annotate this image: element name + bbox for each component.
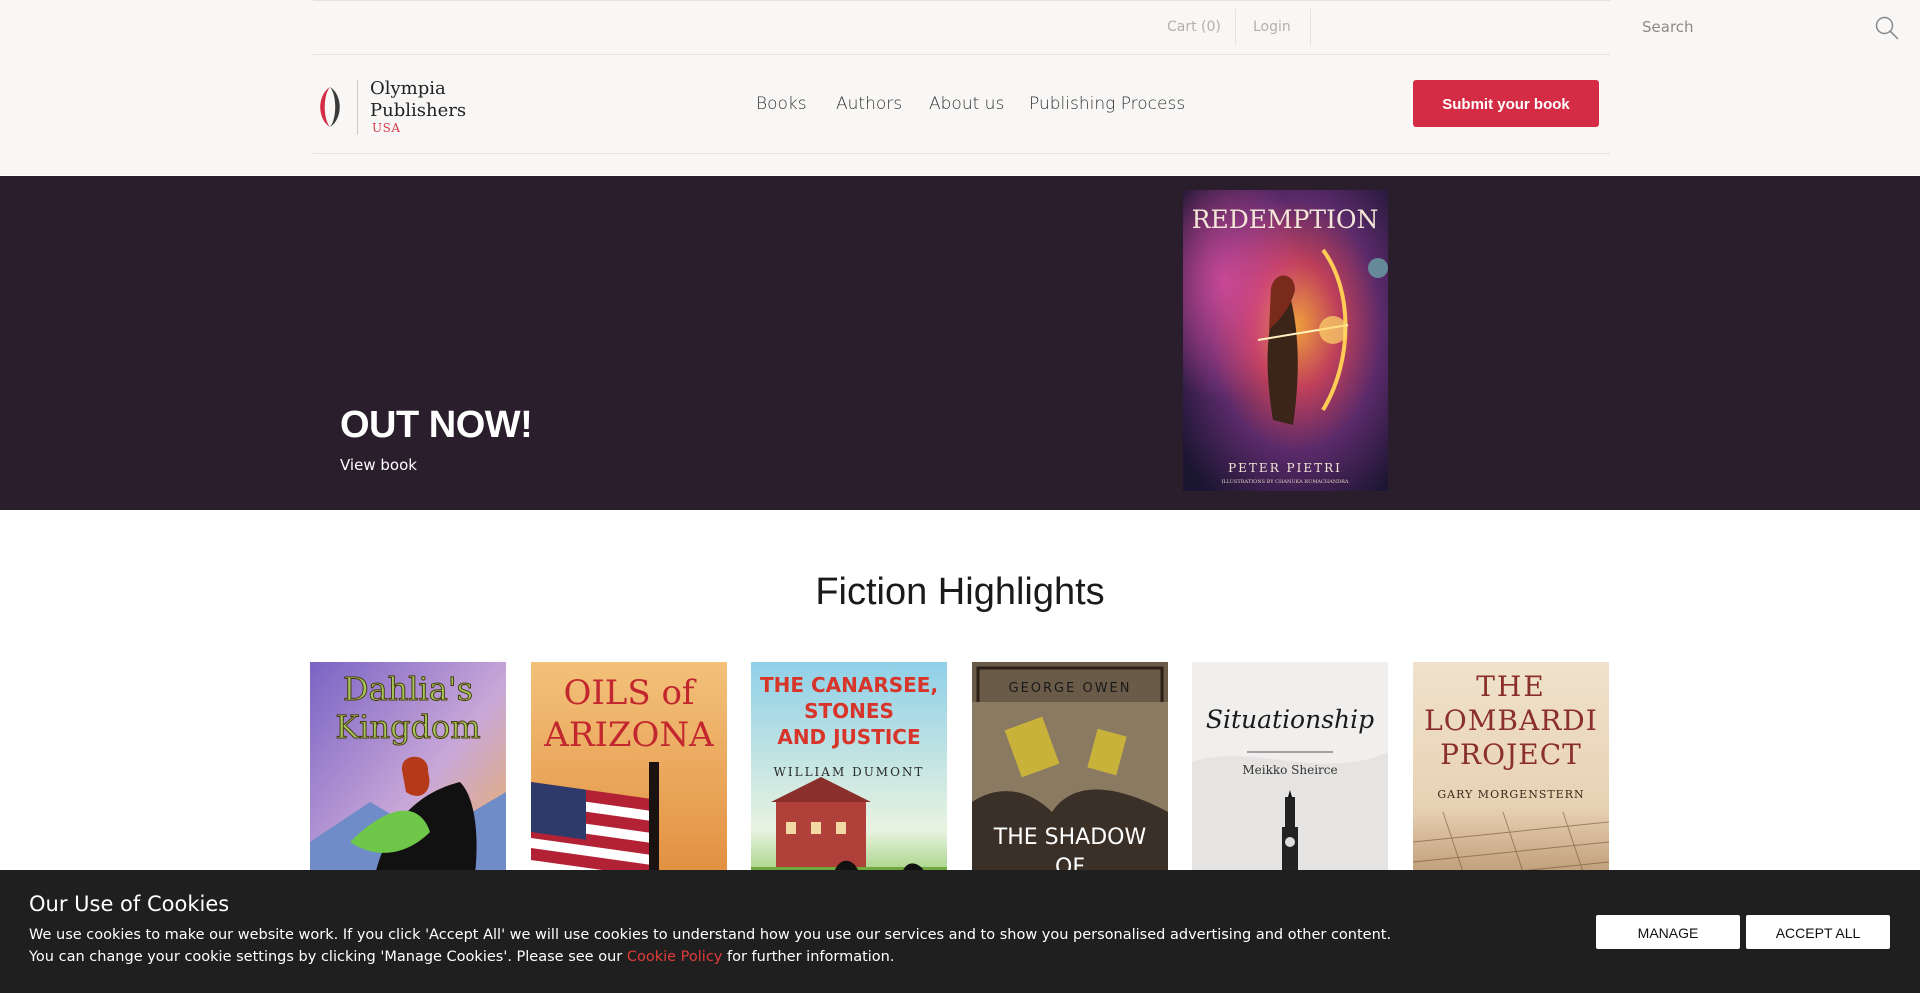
cookie-line-2-suffix: for further information. <box>722 949 895 965</box>
main-navigation: Olympia Publishers USA Books Authors Abo… <box>313 54 1610 154</box>
logo-wordmark: Olympia Publishers <box>370 78 466 122</box>
site-logo[interactable]: Olympia Publishers USA <box>316 77 476 137</box>
cookie-title: Our Use of Cookies <box>29 892 230 916</box>
book-author-text: PETER PIETRI <box>1228 461 1342 475</box>
book-title-line-1: Situationship <box>1206 705 1374 734</box>
logo-divider <box>357 80 358 135</box>
book-title-line-2: STONES <box>804 699 894 723</box>
search-box <box>1642 1 1910 54</box>
olympia-logo-icon <box>320 87 340 127</box>
logo-region: USA <box>372 121 401 135</box>
book-title-line-2: ARIZONA <box>543 715 714 755</box>
book-cover-the-shadow-of[interactable]: GEORGE OWEN THE SHADOW OF <box>972 662 1168 902</box>
book-title-line-1: THE SHADOW <box>993 825 1147 850</box>
cookie-line-2: You can change your cookie settings by c… <box>29 946 1391 968</box>
book-title-line-2: Kingdom <box>335 708 480 746</box>
nav-publishing-process[interactable]: Publishing Process <box>1029 94 1185 114</box>
utility-bar: Cart (0) Login <box>313 1 1899 55</box>
manage-cookies-button[interactable]: MANAGE <box>1596 915 1740 949</box>
book-title-line-1: OILS of <box>563 673 696 713</box>
cart-link[interactable]: Cart (0) <box>1167 1 1221 54</box>
cookie-line-2-prefix: You can change your cookie settings by c… <box>29 949 627 965</box>
utility-divider <box>1310 9 1311 45</box>
logo-line-2: Publishers <box>370 100 467 121</box>
search-input[interactable] <box>1642 13 1862 41</box>
book-title-line-1: THE <box>1476 670 1546 703</box>
search-icon[interactable] <box>1874 15 1900 41</box>
cookie-line-1: We use cookies to make our website work.… <box>29 927 1392 943</box>
view-book-link[interactable]: View book <box>340 456 417 474</box>
cookie-banner: Our Use of Cookies We use cookies to mak… <box>0 870 1920 993</box>
book-title-line-3: AND JUSTICE <box>777 725 920 749</box>
book-title-line-1: Dahlia's <box>343 670 473 708</box>
logo-line-1: Olympia <box>370 78 446 99</box>
featured-book-cover[interactable]: REDEMPTION PETER PIETRI ILLUSTRATIONS BY… <box>1183 190 1388 491</box>
book-cover-the-canarsee[interactable]: THE CANARSEE, STONES AND JUSTICE WILLIAM… <box>751 662 947 902</box>
section-title: Fiction Highlights <box>815 571 1105 613</box>
utility-divider <box>1235 9 1236 45</box>
book-title-line-2: LOMBARDI <box>1424 704 1598 737</box>
accept-all-button[interactable]: ACCEPT ALL <box>1746 915 1890 949</box>
book-cover-situationship[interactable]: Situationship Meikko Sheirce <box>1192 662 1388 902</box>
book-cover-dahlias-kingdom[interactable]: Dahlia's Kingdom <box>310 662 506 902</box>
book-title-line-3: PROJECT <box>1440 738 1582 771</box>
cookie-policy-link[interactable]: Cookie Policy <box>627 949 723 965</box>
nav-authors[interactable]: Authors <box>836 94 902 114</box>
book-title-line-1: THE CANARSEE, <box>760 673 938 697</box>
book-author: Meikko Sheirce <box>1242 763 1337 777</box>
site-header: Cart (0) Login Olympia Publishers USA Bo… <box>0 0 1920 175</box>
hero-title: OUT NOW! <box>340 404 533 446</box>
hero-banner: OUT NOW! View book REDEMPTION PETER PIET… <box>0 176 1920 510</box>
book-cover-oils-of-arizona[interactable]: OILS of ARIZONA <box>531 662 727 902</box>
book-cover-the-lombardi-project[interactable]: THE LOMBARDI PROJECT GARY MORGENSTERN <box>1413 662 1609 902</box>
book-title-text: REDEMPTION <box>1192 205 1379 234</box>
login-link[interactable]: Login <box>1253 1 1291 54</box>
cookie-description: We use cookies to make our website work.… <box>29 924 1391 968</box>
book-author: WILLIAM DUMONT <box>774 765 925 779</box>
submit-book-button[interactable]: Submit your book <box>1413 80 1599 127</box>
nav-books[interactable]: Books <box>756 94 807 114</box>
book-author: GEORGE OWEN <box>1009 681 1132 696</box>
nav-about-us[interactable]: About us <box>929 94 1004 114</box>
book-author: GARY MORGENSTERN <box>1437 788 1584 801</box>
book-credit-text: ILLUSTRATIONS BY CHANUKA RUMACHANDRA <box>1221 479 1348 485</box>
